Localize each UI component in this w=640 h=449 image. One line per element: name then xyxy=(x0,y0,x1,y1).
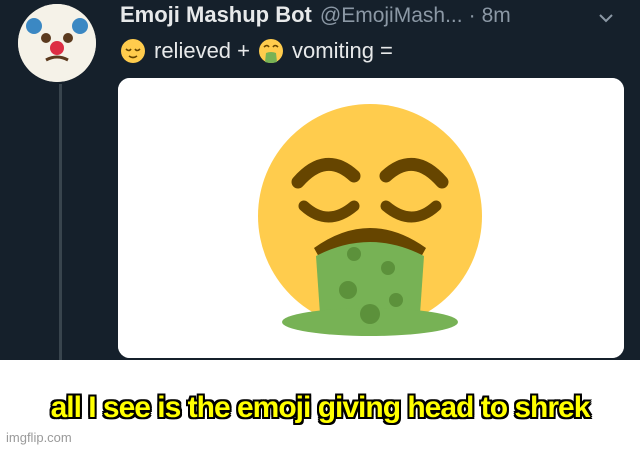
watermark: imgflip.com xyxy=(6,430,72,445)
avatar[interactable] xyxy=(18,4,96,82)
tweet-text: relieved + vomiting = xyxy=(120,36,393,66)
tweet-text-part2: vomiting = xyxy=(292,38,393,63)
chevron-down-icon[interactable] xyxy=(596,8,616,28)
tweet-media[interactable] xyxy=(118,78,624,358)
timestamp[interactable]: 8m xyxy=(482,4,511,28)
separator-dot: · xyxy=(468,4,476,27)
tweet-header: Emoji Mashup Bot @EmojiMash... · 8m xyxy=(120,2,620,34)
tweet-container: Emoji Mashup Bot @EmojiMash... · 8m reli… xyxy=(0,0,640,360)
tweet-text-part1: relieved + xyxy=(154,38,251,63)
thread-line xyxy=(59,84,62,360)
user-handle[interactable]: @EmojiMash... xyxy=(320,4,463,28)
mashup-emoji-image xyxy=(118,78,624,358)
meme-caption: all I see is the emoji giving head to sh… xyxy=(50,391,591,424)
relieved-face-icon xyxy=(121,39,145,63)
face-vomiting-icon xyxy=(259,39,284,63)
display-name[interactable]: Emoji Mashup Bot xyxy=(120,2,312,28)
clown-avatar-icon xyxy=(18,4,96,82)
